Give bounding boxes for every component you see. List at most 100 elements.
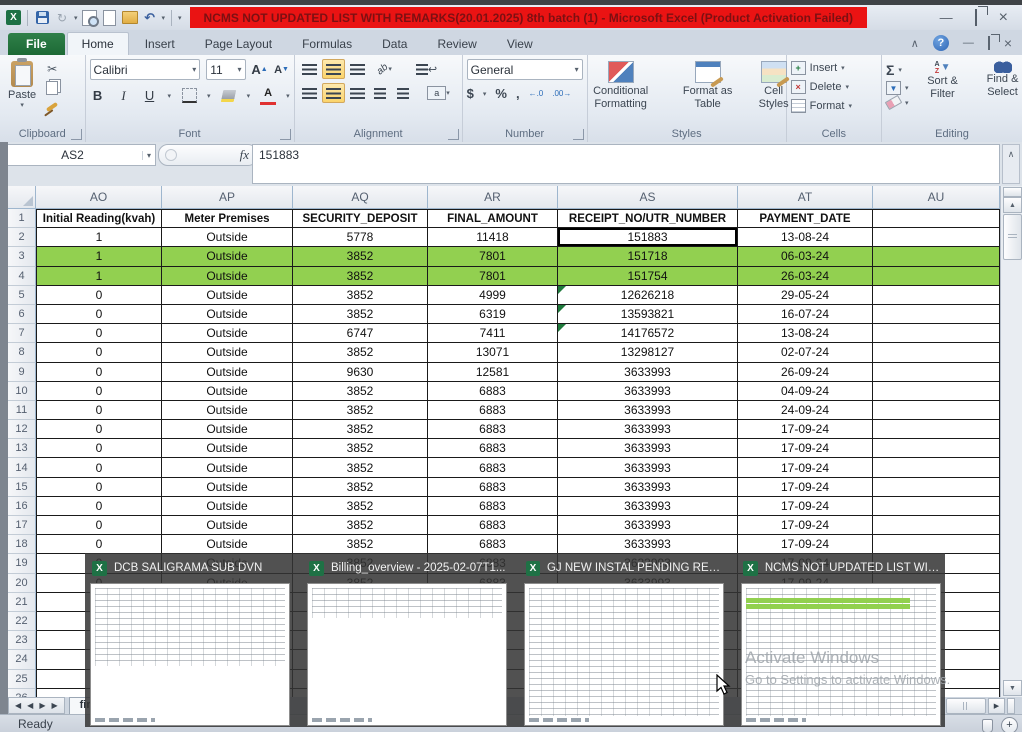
cell-AS6[interactable]: 13593821: [558, 305, 738, 324]
zoom-slider-handle[interactable]: [982, 719, 993, 732]
cell-AP7[interactable]: Outside: [162, 324, 293, 343]
cell-AO3[interactable]: 1: [36, 247, 162, 266]
font-dialog-launcher[interactable]: [280, 129, 291, 140]
sort-filter-button[interactable]: AZ▼ Sort & Filter: [917, 59, 969, 128]
cell-AT5[interactable]: 29-05-24: [738, 286, 873, 305]
row-header-25[interactable]: 25: [8, 670, 36, 689]
cell-AP14[interactable]: Outside: [162, 458, 293, 477]
cell-AP13[interactable]: Outside: [162, 439, 293, 458]
cell-AP12[interactable]: Outside: [162, 420, 293, 439]
close-button[interactable]: ×: [999, 10, 1008, 26]
row-header-22[interactable]: 22: [8, 612, 36, 631]
cell-AR13[interactable]: 6883: [428, 439, 558, 458]
cell-AS8[interactable]: 13298127: [558, 343, 738, 362]
paste-button[interactable]: Paste ▾: [4, 59, 40, 128]
cell-AR2[interactable]: 11418: [428, 228, 558, 247]
cell-AS18[interactable]: 3633993: [558, 535, 738, 554]
cell-AO14[interactable]: 0: [36, 458, 162, 477]
cell-AT13[interactable]: 17-09-24: [738, 439, 873, 458]
cell-AR9[interactable]: 12581: [428, 363, 558, 382]
cell-AT17[interactable]: 17-09-24: [738, 516, 873, 535]
cell-AP2[interactable]: Outside: [162, 228, 293, 247]
cell-AQ7[interactable]: 6747: [293, 324, 428, 343]
cell-AQ9[interactable]: 9630: [293, 363, 428, 382]
cell-AQ15[interactable]: 3852: [293, 478, 428, 497]
align-left-button[interactable]: [299, 84, 320, 102]
cell-AS14[interactable]: 3633993: [558, 458, 738, 477]
cell-AO13[interactable]: 0: [36, 439, 162, 458]
cell-AT11[interactable]: 24-09-24: [738, 401, 873, 420]
cell-AT8[interactable]: 02-07-24: [738, 343, 873, 362]
cell-AO7[interactable]: 0: [36, 324, 162, 343]
cell-AQ16[interactable]: 3852: [293, 497, 428, 516]
cell-AQ5[interactable]: 3852: [293, 286, 428, 305]
cell-AS15[interactable]: 3633993: [558, 478, 738, 497]
vertical-split-handle[interactable]: [1003, 187, 1022, 197]
accounting-format-button[interactable]: $: [467, 86, 474, 101]
italic-button[interactable]: I: [116, 88, 132, 104]
name-box[interactable]: AS2 ▾: [2, 144, 156, 166]
find-select-button[interactable]: Find & Select: [977, 59, 1022, 128]
cell-AT6[interactable]: 16-07-24: [738, 305, 873, 324]
row-header-7[interactable]: 7: [8, 324, 36, 343]
taskbar-preview-4[interactable]: XNCMS NOT UPDATED LIST WIT...: [739, 556, 941, 724]
font-name-dropdown[interactable]: ▾: [192, 65, 196, 74]
row-header-14[interactable]: 14: [8, 458, 36, 477]
row-header-17[interactable]: 17: [8, 516, 36, 535]
cell-AO18[interactable]: 0: [36, 535, 162, 554]
top-align-button[interactable]: [299, 60, 320, 78]
row-header-9[interactable]: 9: [8, 363, 36, 382]
cell-AP11[interactable]: Outside: [162, 401, 293, 420]
middle-align-button[interactable]: [322, 59, 345, 79]
cell-AT12[interactable]: 17-09-24: [738, 420, 873, 439]
column-header-AR[interactable]: AR: [428, 186, 558, 209]
cell-AQ13[interactable]: 3852: [293, 439, 428, 458]
increase-indent-button[interactable]: [393, 84, 414, 102]
grow-font-button[interactable]: A▲: [252, 62, 268, 78]
cell-AO8[interactable]: 0: [36, 343, 162, 362]
preview-thumbnail[interactable]: [524, 583, 724, 726]
tab-view[interactable]: View: [493, 33, 547, 55]
cell-AQ14[interactable]: 3852: [293, 458, 428, 477]
format-cells-button[interactable]: Format▾: [791, 99, 877, 113]
cell-AP16[interactable]: Outside: [162, 497, 293, 516]
row-header-19[interactable]: 19: [8, 554, 36, 573]
cell-AQ12[interactable]: 3852: [293, 420, 428, 439]
cell-AT2[interactable]: 13-08-24: [738, 228, 873, 247]
paste-dropdown[interactable]: ▾: [20, 102, 24, 110]
shrink-font-button[interactable]: A▼: [274, 62, 290, 78]
row-header-24[interactable]: 24: [8, 650, 36, 669]
select-all-corner[interactable]: [8, 186, 36, 209]
workbook-minimize-button[interactable]: —: [963, 37, 974, 49]
format-as-table-button[interactable]: Format as Table: [676, 59, 740, 128]
comma-style-button[interactable]: ,: [516, 86, 520, 101]
decrease-decimal-button[interactable]: .00→: [552, 90, 571, 98]
cell-AO16[interactable]: 0: [36, 497, 162, 516]
cell-AO4[interactable]: 1: [36, 267, 162, 286]
zoom-in-button[interactable]: +: [1001, 717, 1018, 732]
decrease-indent-button[interactable]: [370, 84, 391, 102]
cell-AO12[interactable]: 0: [36, 420, 162, 439]
fill-button[interactable]: ▼▾: [886, 81, 909, 95]
row-header-12[interactable]: 12: [8, 420, 36, 439]
cell-AR18[interactable]: 6883: [428, 535, 558, 554]
cell-AS10[interactable]: 3633993: [558, 382, 738, 401]
row-header-1[interactable]: 1: [8, 209, 36, 228]
font-size-dropdown[interactable]: ▾: [238, 65, 242, 74]
restore-button[interactable]: [975, 11, 977, 24]
cell-AQ11[interactable]: 3852: [293, 401, 428, 420]
workbook-restore-button[interactable]: [988, 37, 990, 49]
cell-AU4[interactable]: [873, 267, 1000, 286]
cell-AU1[interactable]: [873, 209, 1000, 228]
cell-AS16[interactable]: 3633993: [558, 497, 738, 516]
cell-AU3[interactable]: [873, 247, 1000, 266]
cell-AP15[interactable]: Outside: [162, 478, 293, 497]
cell-AU9[interactable]: [873, 363, 1000, 382]
cell-AT7[interactable]: 13-08-24: [738, 324, 873, 343]
minimize-button[interactable]: —: [940, 11, 953, 24]
cell-AU6[interactable]: [873, 305, 1000, 324]
column-header-AT[interactable]: AT: [738, 186, 873, 209]
underline-dropdown[interactable]: ▾: [168, 92, 172, 100]
row-header-5[interactable]: 5: [8, 286, 36, 305]
cell-AU16[interactable]: [873, 497, 1000, 516]
